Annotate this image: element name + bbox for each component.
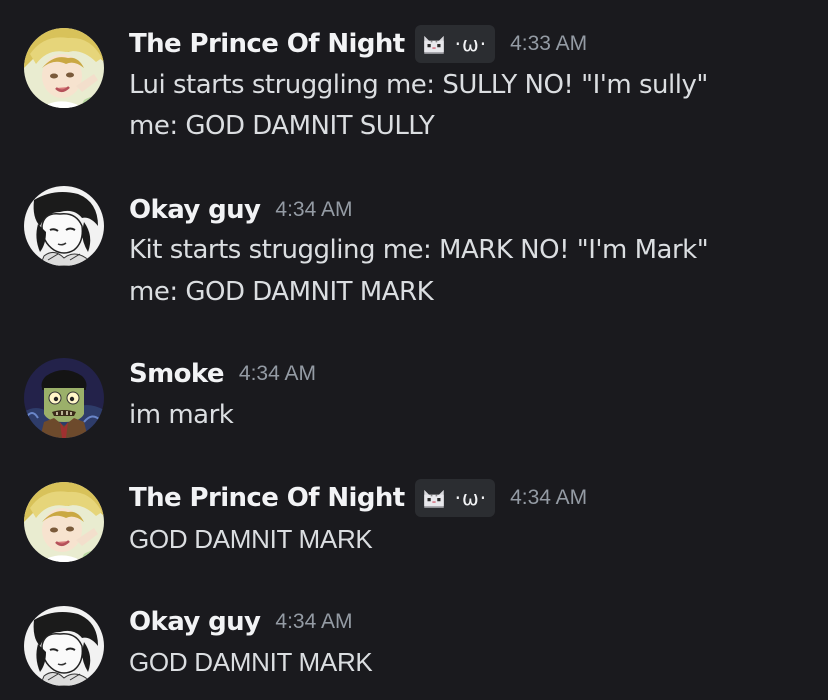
smoke-avatar-icon[interactable] — [24, 358, 104, 438]
message-header: The Prince Of Night ·ω· 4:34 AM — [129, 478, 587, 518]
message-text: me: GOD DAMNIT MARK — [129, 277, 434, 307]
server-tag[interactable]: ·ω· — [414, 479, 496, 517]
message-text: Kit starts struggling me: MARK NO! "I'm … — [129, 235, 709, 265]
timestamp[interactable]: 4:34 AM — [239, 362, 316, 386]
username[interactable]: The Prince Of Night — [129, 29, 405, 59]
pixel-cat-icon — [421, 485, 447, 511]
username[interactable]: Okay guy — [129, 607, 261, 637]
message-text: Lui starts struggling me: SULLY NO! "I'm… — [129, 70, 708, 100]
message-text: GOD DAMNIT MARK — [129, 647, 373, 677]
message-header: The Prince Of Night ·ω· 4:33 AM — [129, 24, 587, 64]
username[interactable]: Okay guy — [129, 195, 261, 225]
timestamp[interactable]: 4:34 AM — [275, 198, 352, 222]
prince-avatar-icon[interactable] — [24, 482, 104, 562]
username[interactable]: The Prince Of Night — [129, 483, 405, 513]
tag-label: ·ω· — [454, 486, 488, 510]
timestamp[interactable]: 4:33 AM — [510, 32, 587, 56]
message-text: me: GOD DAMNIT SULLY — [129, 111, 435, 141]
username[interactable]: Smoke — [129, 359, 225, 389]
message-text: GOD DAMNIT MARK — [129, 524, 373, 554]
message-header: Okay guy 4:34 AM — [129, 190, 352, 230]
timestamp[interactable]: 4:34 AM — [510, 486, 587, 510]
message-header: Okay guy 4:34 AM — [129, 602, 352, 642]
message-header: Smoke 4:34 AM — [129, 354, 316, 394]
okay-avatar-icon[interactable] — [24, 186, 104, 266]
okay-avatar-icon[interactable] — [24, 606, 104, 686]
server-tag[interactable]: ·ω· — [414, 25, 496, 63]
pixel-cat-icon — [421, 31, 447, 57]
tag-label: ·ω· — [454, 32, 488, 56]
message-text: im mark — [129, 400, 234, 430]
timestamp[interactable]: 4:34 AM — [275, 610, 352, 634]
prince-avatar-icon[interactable] — [24, 28, 104, 108]
